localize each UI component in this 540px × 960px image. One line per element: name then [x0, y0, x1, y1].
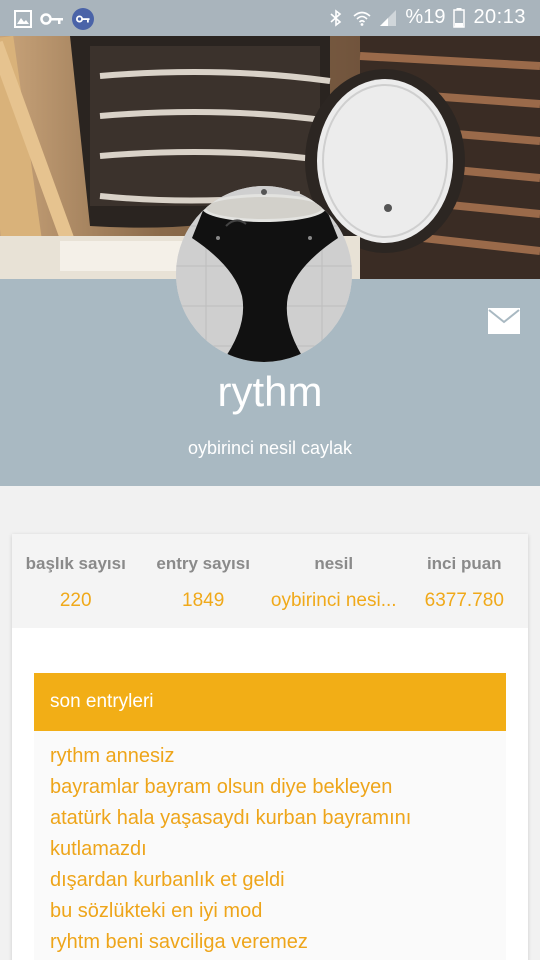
stat-label: inci puan [426, 554, 502, 573]
username: rythm [217, 368, 323, 415]
recent-entries-header: son entryleri [34, 673, 506, 731]
battery-icon [453, 7, 466, 28]
battery-text: %19 [405, 6, 446, 28]
mail-icon[interactable] [488, 308, 520, 334]
entry-link[interactable]: rythm annesiz [50, 741, 490, 772]
status-bar: %19 20:13 [0, 0, 540, 36]
stat-value: 220 [59, 590, 92, 611]
image-icon [14, 10, 32, 28]
avatar[interactable] [176, 186, 352, 362]
wifi-icon [353, 11, 371, 26]
stat-value: 1849 [182, 590, 225, 611]
stat-label: entry sayısı [156, 554, 250, 573]
stats-row: başlık sayısı 220 entry sayısı 1849 nesi… [12, 534, 528, 628]
stat-title-count: başlık sayısı 220 [12, 534, 139, 628]
stat-score: inci puan 6377.780 [401, 534, 528, 628]
profile-card: başlık sayısı 220 entry sayısı 1849 nesi… [12, 534, 528, 960]
entry-link[interactable]: atatürk hala yaşasaydı kurban bayramını … [50, 803, 490, 865]
signal-icon [380, 9, 397, 26]
recent-entries-list: rythm annesiz bayramlar bayram olsun diy… [34, 731, 506, 960]
clock: 20:13 [473, 6, 526, 28]
key-icon [40, 13, 63, 25]
bluetooth-icon [330, 8, 342, 27]
stat-value: 6377.780 [424, 590, 504, 611]
stat-generation: nesil oybirinci nesi... [267, 534, 401, 628]
stat-label: nesil [314, 554, 354, 573]
stat-value: oybirinci nesi... [270, 590, 397, 611]
stat-label: başlık sayısı [25, 554, 126, 573]
entry-link[interactable]: bayramlar bayram olsun diye bekleyen [50, 772, 490, 803]
entry-link[interactable]: ryhtm beni savciliga veremez [50, 927, 490, 958]
generation-label: oybirinci nesil caylak [187, 438, 353, 458]
entry-link[interactable]: dışardan kurbanlık et geldi [50, 865, 490, 896]
entry-link[interactable]: bu sözlükteki en iyi mod [50, 896, 490, 927]
vpn-key-icon [72, 8, 94, 30]
stat-entry-count: entry sayısı 1849 [139, 534, 266, 628]
